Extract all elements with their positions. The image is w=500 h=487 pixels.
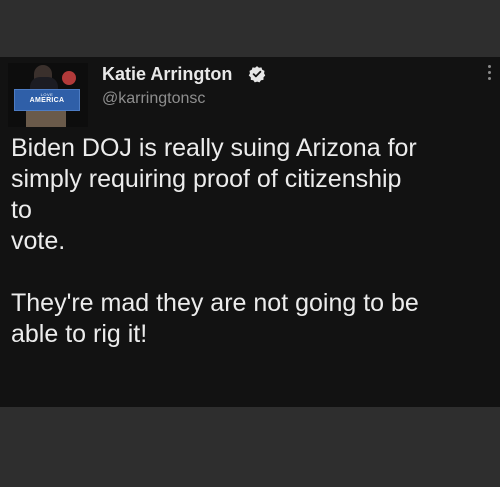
top-background — [0, 0, 500, 57]
verified-badge-icon — [248, 66, 266, 83]
bottom-background — [0, 407, 500, 487]
avatar-podium — [26, 111, 66, 127]
more-options-icon[interactable] — [484, 65, 494, 89]
avatar-sign: LOVE AMERICA — [14, 89, 80, 111]
avatar-red-hat — [62, 71, 76, 85]
tweet-card: LOVE AMERICA Katie Arrington @karrington… — [0, 57, 500, 407]
tweet-body: Biden DOJ is really suing Arizona for si… — [11, 134, 419, 348]
author-handle[interactable]: @karringtonsc — [102, 90, 205, 108]
avatar-sign-main-text: AMERICA — [29, 97, 65, 104]
avatar[interactable]: LOVE AMERICA — [8, 63, 88, 127]
author-name[interactable]: Katie Arrington — [102, 64, 232, 85]
